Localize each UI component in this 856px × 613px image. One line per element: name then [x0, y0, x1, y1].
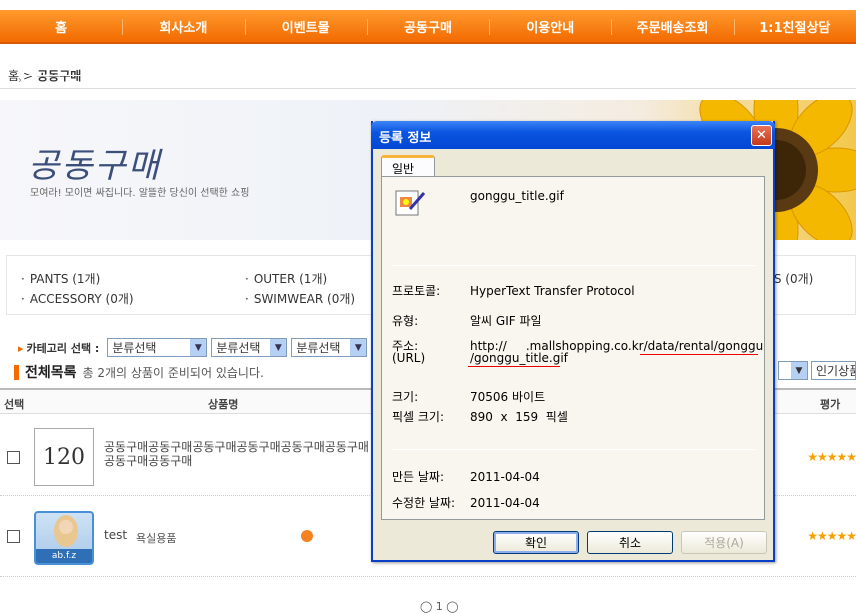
nav-guide[interactable]: 이용안내: [489, 10, 611, 42]
divider: [392, 265, 756, 266]
url-annotation-underline: [640, 354, 758, 355]
product-name[interactable]: 공동구매공동구매공동구매공동구매공동구매공동구매공동구매공동구매: [104, 440, 374, 468]
list-header: 전체목록 총 2개의 상품이 준비되어 있습니다.: [14, 362, 264, 382]
select-value: 분류선택: [216, 341, 261, 355]
chevron-down-icon: ▼: [791, 362, 807, 379]
product-thumbnail[interactable]: 120: [34, 428, 94, 486]
pixel-size-label: 픽셀 크기:: [392, 410, 445, 424]
rating-stars: ★★★★★: [807, 450, 856, 464]
nav-company[interactable]: 회사소개: [122, 10, 244, 42]
product-category: 욕실용품: [136, 532, 177, 545]
nav-order-tracking[interactable]: 주문배송조회: [611, 10, 733, 42]
category-select-label: 카테고리 선택 :: [18, 340, 100, 356]
banner-title: 공동구매: [28, 146, 162, 186]
thumbnail-label: ab.f.z: [36, 549, 92, 563]
sort-select[interactable]: 인기상품: [811, 361, 856, 380]
created-label: 만든 날짜:: [392, 470, 445, 484]
select-value: 분류선택: [112, 341, 157, 355]
select-value: 분류선택: [296, 341, 341, 355]
product-name[interactable]: test: [104, 528, 127, 542]
chevron-down-icon: ▼: [350, 339, 367, 356]
list-description: 총 2개의 상품이 준비되어 있습니다.: [82, 365, 264, 380]
url-value-line2: /gonggu_title.gif: [470, 351, 568, 365]
breadcrumb-bullet: ›: [18, 75, 382, 86]
list-title: 전체목록: [25, 365, 77, 381]
pagination[interactable]: ◯ 1 ◯: [420, 600, 459, 613]
row-checkbox[interactable]: [7, 530, 20, 543]
col-select: 선택: [4, 398, 25, 411]
nav-group-buy[interactable]: 공동구매: [366, 10, 489, 42]
tab-general[interactable]: 일반: [381, 155, 435, 177]
protocol-label: 프로토콜:: [392, 284, 441, 298]
file-name: gonggu_title.gif: [470, 189, 564, 203]
row-checkbox[interactable]: [7, 451, 20, 464]
dialog-title: 등록 정보: [379, 131, 432, 146]
category-swimwear[interactable]: SWIMWEAR (0개): [245, 290, 355, 307]
gif-file-icon: [395, 190, 426, 216]
close-icon[interactable]: ✕: [751, 125, 772, 146]
address-label-url: (URL): [392, 351, 426, 365]
category-pants[interactable]: PANTS (1개): [21, 270, 100, 287]
modified-label: 수정한 날짜:: [392, 496, 456, 510]
modified-value: 2011-04-04: [470, 496, 540, 510]
product-thumbnail[interactable]: ab.f.z: [34, 511, 94, 565]
play-icon: [301, 530, 313, 542]
category-outer[interactable]: OUTER (1개): [245, 270, 327, 287]
chevron-down-icon: ▼: [190, 339, 207, 356]
rating-stars: ★★★★★: [807, 529, 856, 543]
size-label: 크기:: [392, 390, 419, 404]
nav-support[interactable]: 1:1친절상담: [733, 10, 856, 42]
sort-select-dropdown[interactable]: ▼: [778, 361, 808, 380]
pixel-size-value: 890 x 159 픽셀: [470, 410, 568, 424]
chevron-down-icon: ▼: [270, 339, 287, 356]
divider: [0, 88, 856, 89]
category-select-3[interactable]: 분류선택 ▼: [291, 338, 368, 357]
properties-dialog: 등록 정보 ✕ 일반 gonggu_title.gif 프로토콜: HyperT…: [371, 121, 775, 562]
top-nav: 홈 회사소개 이벤트몰 공동구매 이용안내 주문배송조회 1:1친절상담: [0, 10, 856, 44]
list-header-marker: [14, 364, 19, 380]
created-value: 2011-04-04: [470, 470, 540, 484]
category-select-1[interactable]: 분류선택 ▼: [107, 338, 208, 357]
category-select-2[interactable]: 분류선택 ▼: [211, 338, 288, 357]
protocol-value: HyperText Transfer Protocol: [470, 284, 635, 298]
nav-event-mall[interactable]: 이벤트몰: [244, 10, 367, 42]
url-annotation-underline: [468, 366, 560, 367]
dialog-title-bar[interactable]: 등록 정보 ✕: [371, 121, 775, 149]
apply-button[interactable]: 적용(A): [681, 531, 767, 554]
divider: [392, 449, 756, 450]
cancel-button[interactable]: 취소: [587, 531, 673, 554]
col-rating: 평가: [820, 398, 841, 411]
nav-home[interactable]: 홈: [0, 10, 122, 42]
breadcrumb: › 홈 > 공동구매: [8, 67, 382, 86]
col-product-name: 상품명: [208, 398, 239, 411]
size-value: 70506 바이트: [470, 390, 546, 404]
banner-subtitle: 모여라! 모이면 싸집니다. 알뜰한 당신이 선택한 쇼핑: [30, 188, 250, 199]
type-label: 유형:: [392, 314, 419, 328]
model-photo-icon: [54, 515, 78, 547]
category-select-bar: 카테고리 선택 : 분류선택 ▼ 분류선택 ▼ 분류선택 ▼: [18, 338, 368, 357]
category-accessory[interactable]: ACCESSORY (0개): [21, 290, 134, 307]
general-panel: gonggu_title.gif 프로토콜: HyperText Transfe…: [381, 176, 765, 520]
ok-button[interactable]: 확인: [493, 531, 579, 554]
type-value: 알씨 GIF 파일: [470, 314, 542, 328]
